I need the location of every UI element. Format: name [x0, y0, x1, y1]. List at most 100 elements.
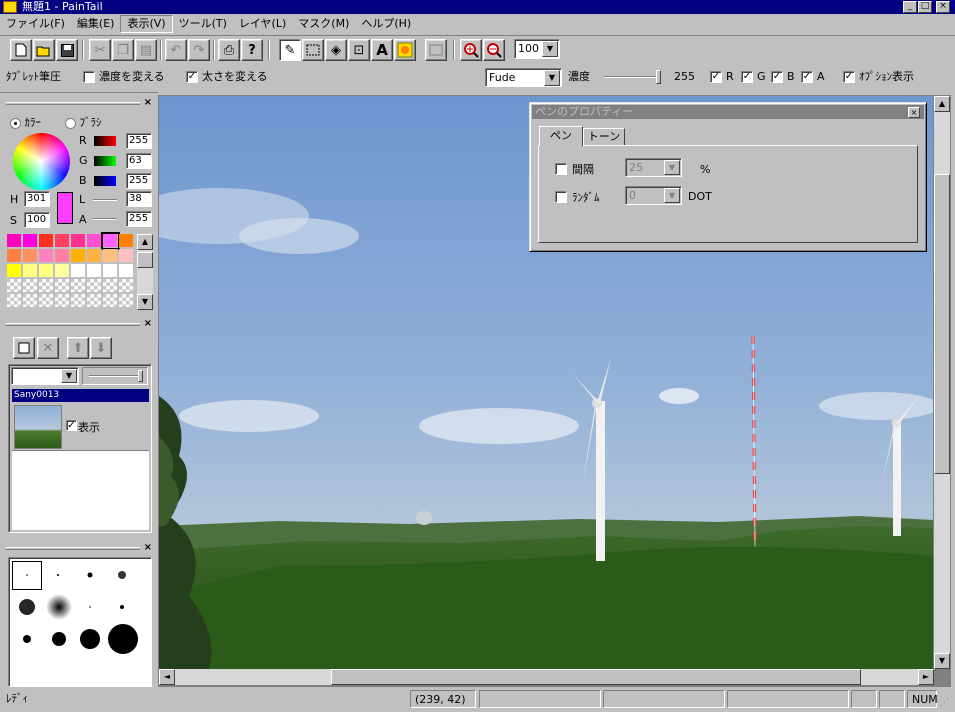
- chevron-down-icon[interactable]: ▼: [544, 70, 560, 86]
- stamp-tool-icon[interactable]: [394, 39, 416, 61]
- chevron-down-icon[interactable]: ▼: [542, 41, 558, 57]
- chevron-down-icon[interactable]: ▼: [61, 369, 77, 383]
- layers-panel-header[interactable]: ×: [4, 318, 154, 330]
- new-layer-icon[interactable]: [13, 337, 35, 359]
- density-slider-thumb[interactable]: [656, 70, 661, 84]
- maximize-button[interactable]: □: [918, 1, 932, 13]
- palette-swatch-transparent[interactable]: [23, 294, 38, 308]
- b-slider[interactable]: [94, 176, 116, 186]
- palette-swatch[interactable]: [71, 264, 86, 278]
- palette-swatch[interactable]: [71, 234, 86, 248]
- palette-swatch[interactable]: [119, 264, 134, 278]
- palette-swatch[interactable]: [7, 264, 22, 278]
- h-input[interactable]: 301: [24, 191, 50, 207]
- palette-swatch-transparent[interactable]: [7, 294, 22, 308]
- palette-swatch[interactable]: [7, 249, 22, 263]
- close-icon[interactable]: ×: [908, 107, 920, 118]
- palette-swatch[interactable]: [119, 234, 134, 248]
- scroll-down-icon[interactable]: ▼: [137, 294, 153, 310]
- r-input[interactable]: 255: [126, 133, 152, 149]
- density-change-checkbox[interactable]: [83, 71, 95, 83]
- l-input[interactable]: 38: [126, 191, 152, 207]
- palette-swatch[interactable]: [87, 234, 102, 248]
- palette-swatch-transparent[interactable]: [23, 279, 38, 293]
- blend-mode-select[interactable]: ▼: [11, 367, 79, 385]
- interval-checkbox[interactable]: [555, 163, 567, 175]
- g-input[interactable]: 63: [126, 153, 152, 169]
- rect-select-icon[interactable]: [302, 39, 324, 61]
- zoom-select[interactable]: 100 ▼: [514, 39, 560, 59]
- palette-swatch-transparent[interactable]: [39, 279, 54, 293]
- scroll-up-icon[interactable]: ▲: [934, 96, 950, 112]
- palette-swatch[interactable]: [87, 249, 102, 263]
- channel-a-checkbox[interactable]: ✓: [801, 71, 813, 83]
- palette-swatch-transparent[interactable]: [39, 294, 54, 308]
- palette-swatch-transparent[interactable]: [119, 279, 134, 293]
- scroll-thumb[interactable]: [137, 252, 153, 268]
- fill-bucket-icon[interactable]: ◈: [325, 39, 347, 61]
- menu-tool[interactable]: ツール(T): [173, 14, 233, 32]
- close-button[interactable]: ×: [936, 1, 950, 13]
- close-icon[interactable]: ×: [144, 542, 152, 553]
- palette-swatch[interactable]: [39, 249, 54, 263]
- l-slider[interactable]: [93, 199, 117, 201]
- current-color-swatch[interactable]: [57, 192, 73, 224]
- palette-swatch-transparent[interactable]: [7, 279, 22, 293]
- palette-swatch[interactable]: [103, 264, 118, 278]
- hscroll-thumb[interactable]: [331, 669, 861, 685]
- undo-icon[interactable]: ↶: [165, 39, 187, 61]
- random-checkbox[interactable]: [555, 191, 567, 203]
- layer-visible-checkbox[interactable]: ✓: [66, 420, 77, 431]
- menu-mask[interactable]: マスク(M): [292, 14, 355, 32]
- palette-scrollbar[interactable]: ▲ ▼: [137, 234, 153, 310]
- menu-view[interactable]: 表示(V): [120, 15, 173, 33]
- close-icon[interactable]: ×: [144, 318, 152, 329]
- a-input[interactable]: 255: [126, 211, 152, 227]
- palette-swatch-transparent[interactable]: [55, 279, 70, 293]
- close-icon[interactable]: ×: [144, 97, 152, 108]
- palette-swatch-transparent[interactable]: [87, 294, 102, 308]
- palette-swatch[interactable]: [87, 264, 102, 278]
- paste-icon[interactable]: ▤: [135, 39, 157, 61]
- scroll-left-icon[interactable]: ◄: [159, 669, 175, 685]
- palette-swatch[interactable]: [23, 249, 38, 263]
- layer-item[interactable]: Sany0013 ✓ 表示: [12, 389, 149, 451]
- brush-panel-header[interactable]: ×: [4, 542, 154, 554]
- palette-swatch-transparent[interactable]: [103, 279, 118, 293]
- tab-tone[interactable]: トーン: [583, 128, 625, 146]
- chevron-down-icon[interactable]: ▼: [664, 160, 680, 175]
- channel-g-checkbox[interactable]: ✓: [741, 71, 753, 83]
- palette-swatch-transparent[interactable]: [87, 279, 102, 293]
- s-input[interactable]: 100: [24, 212, 50, 228]
- delete-layer-icon[interactable]: ✕: [37, 337, 59, 359]
- layer-down-icon[interactable]: ⬇: [90, 337, 112, 359]
- canvas-hscrollbar[interactable]: ◄ ►: [159, 669, 934, 685]
- b-input[interactable]: 255: [126, 173, 152, 189]
- palette-swatch-transparent[interactable]: [119, 294, 134, 308]
- scroll-down-icon[interactable]: ▼: [934, 653, 950, 669]
- palette-swatch[interactable]: [71, 249, 86, 263]
- a-slider[interactable]: [93, 218, 117, 220]
- palette-swatch[interactable]: [39, 264, 54, 278]
- random-select[interactable]: 0 ▼: [625, 186, 682, 205]
- palette-swatch[interactable]: [23, 234, 38, 248]
- palette-swatch-transparent[interactable]: [71, 294, 86, 308]
- color-wheel[interactable]: [13, 133, 70, 190]
- palette-swatch[interactable]: [119, 249, 134, 263]
- g-slider[interactable]: [94, 156, 116, 166]
- density-slider-track[interactable]: [604, 76, 658, 78]
- palette-swatch[interactable]: [39, 234, 54, 248]
- layer-up-icon[interactable]: ⬆: [67, 337, 89, 359]
- menu-edit[interactable]: 編集(E): [71, 14, 121, 32]
- chevron-down-icon[interactable]: ▼: [664, 188, 680, 203]
- size-change-checkbox[interactable]: ✓: [186, 71, 198, 83]
- palette-swatch[interactable]: [101, 232, 120, 250]
- shape-tool-icon[interactable]: ⊡: [348, 39, 370, 61]
- palette-swatch-transparent[interactable]: [71, 279, 86, 293]
- palette-swatch[interactable]: [55, 249, 70, 263]
- radio-color[interactable]: ｶﾗｰ: [10, 114, 41, 130]
- text-tool-icon[interactable]: A: [371, 39, 393, 61]
- brush-select[interactable]: Fude ▼: [485, 68, 562, 87]
- resize-grip-icon[interactable]: ⋰: [940, 694, 949, 712]
- palette-swatch[interactable]: [55, 264, 70, 278]
